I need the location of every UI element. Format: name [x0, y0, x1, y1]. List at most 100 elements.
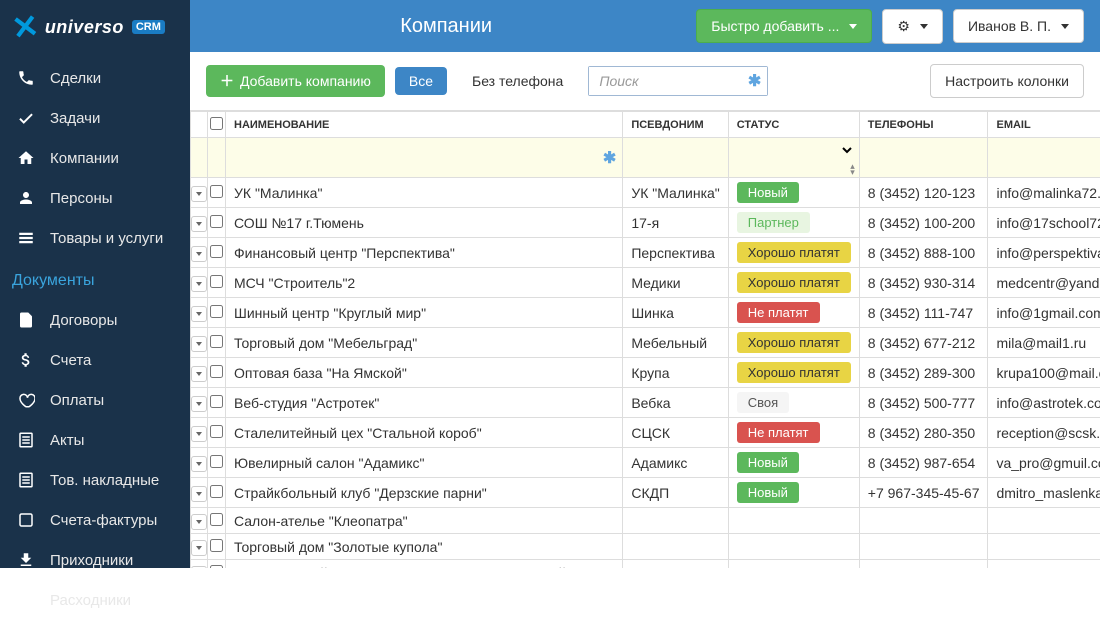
- row-menu-button[interactable]: [191, 396, 207, 412]
- cell-status[interactable]: [728, 508, 859, 534]
- cell-phone[interactable]: [859, 534, 988, 560]
- filter-name-input[interactable]: [230, 148, 618, 167]
- cell-phone[interactable]: 8 (3452) 930-314: [859, 268, 988, 298]
- cell-email[interactable]: info@malinka72.ru: [988, 178, 1100, 208]
- cell-email[interactable]: dmitro_maslenka@mail.lom: [988, 478, 1100, 508]
- sidebar-doc-2[interactable]: Оплаты: [0, 380, 190, 420]
- cell-email[interactable]: info@perspektiva.ru: [988, 238, 1100, 268]
- cell-name[interactable]: Торговый дом "Золотые купола": [226, 534, 623, 560]
- cell-alias[interactable]: [623, 560, 728, 569]
- cell-email[interactable]: va_pro@gmuil.com: [988, 448, 1100, 478]
- cell-phone[interactable]: 8 (3452) 100-200: [859, 208, 988, 238]
- row-menu-button[interactable]: [191, 336, 207, 352]
- cell-phone[interactable]: [859, 508, 988, 534]
- cell-alias[interactable]: Крупа: [623, 358, 728, 388]
- cell-alias[interactable]: Мебельный: [623, 328, 728, 358]
- cell-status[interactable]: Новый: [728, 178, 859, 208]
- cell-alias[interactable]: [623, 534, 728, 560]
- cell-status[interactable]: Своя: [728, 388, 859, 418]
- sidebar-doc-7[interactable]: Расходники: [0, 580, 190, 620]
- configure-columns-button[interactable]: Настроить колонки: [930, 64, 1084, 98]
- filter-status-select[interactable]: [733, 140, 855, 161]
- col-name[interactable]: НАИМЕНОВАНИЕ: [226, 112, 623, 138]
- sidebar-item-1[interactable]: Задачи: [0, 98, 190, 138]
- asterisk-icon[interactable]: ✱: [603, 148, 616, 168]
- logo[interactable]: ✕ universo CRM: [0, 0, 190, 54]
- row-checkbox[interactable]: [210, 275, 223, 288]
- add-company-button[interactable]: ＋ Добавить компанию: [206, 65, 385, 97]
- row-menu-button[interactable]: [191, 540, 207, 556]
- cell-alias[interactable]: Медики: [623, 268, 728, 298]
- row-checkbox[interactable]: [210, 539, 223, 552]
- sidebar-doc-3[interactable]: Акты: [0, 420, 190, 460]
- cell-alias[interactable]: [623, 508, 728, 534]
- row-menu-button[interactable]: [191, 246, 207, 262]
- cell-phone[interactable]: 8 (3452) 289-300: [859, 358, 988, 388]
- cell-name[interactable]: Страйкбольный клуб "Дерзские парни": [226, 478, 623, 508]
- row-checkbox[interactable]: [210, 485, 223, 498]
- row-checkbox[interactable]: [210, 365, 223, 378]
- sidebar-item-4[interactable]: Товары и услуги: [0, 218, 190, 258]
- row-checkbox[interactable]: [210, 335, 223, 348]
- cell-status[interactable]: Хорошо платят: [728, 268, 859, 298]
- row-checkbox[interactable]: [210, 185, 223, 198]
- user-menu-button[interactable]: Иванов В. П.: [953, 9, 1084, 43]
- cell-phone[interactable]: 8 (3452) 120-123: [859, 178, 988, 208]
- filter-email-input[interactable]: [992, 148, 1100, 167]
- settings-button[interactable]: ⚙: [882, 9, 943, 44]
- cell-alias[interactable]: СКДП: [623, 478, 728, 508]
- filter-all-button[interactable]: Все: [395, 67, 447, 95]
- row-menu-button[interactable]: [191, 486, 207, 502]
- cell-status[interactable]: Не платят: [728, 418, 859, 448]
- row-menu-button[interactable]: [191, 366, 207, 382]
- filter-nophone-button[interactable]: Без телефона: [457, 66, 578, 96]
- cell-name[interactable]: Торговый дом "Мебельград": [226, 328, 623, 358]
- cell-phone[interactable]: [859, 560, 988, 569]
- cell-email[interactable]: info@astrotek.com: [988, 388, 1100, 418]
- row-checkbox[interactable]: [210, 425, 223, 438]
- col-status[interactable]: СТАТУС: [728, 112, 859, 138]
- cell-status[interactable]: Хорошо платят: [728, 238, 859, 268]
- select-all-checkbox[interactable]: [210, 117, 223, 130]
- cell-status[interactable]: Новый: [728, 448, 859, 478]
- cell-alias[interactable]: УК "Малинка": [623, 178, 728, 208]
- cell-name[interactable]: Финансовый центр "Перспектива": [226, 238, 623, 268]
- search-input[interactable]: [589, 67, 767, 95]
- row-menu-button[interactable]: [191, 216, 207, 232]
- filter-phone-input[interactable]: [864, 148, 984, 167]
- row-checkbox[interactable]: [210, 395, 223, 408]
- cell-name[interactable]: УК "Малинка": [226, 178, 623, 208]
- row-menu-button[interactable]: [191, 186, 207, 202]
- cell-name[interactable]: Сталелитейный цех "Стальной короб": [226, 418, 623, 448]
- cell-name[interactable]: СОШ №17 г.Тюмень: [226, 208, 623, 238]
- cell-alias[interactable]: 17-я: [623, 208, 728, 238]
- cell-phone[interactable]: 8 (3452) 677-212: [859, 328, 988, 358]
- row-checkbox[interactable]: [210, 565, 223, 569]
- cell-email[interactable]: info@1gmail.com: [988, 298, 1100, 328]
- sidebar-item-0[interactable]: Сделки: [0, 58, 190, 98]
- cell-phone[interactable]: 8 (3452) 280-350: [859, 418, 988, 448]
- sidebar-doc-5[interactable]: Счета-фактуры: [0, 500, 190, 540]
- filter-alias-input[interactable]: [627, 148, 723, 167]
- cell-status[interactable]: Хорошо платят: [728, 328, 859, 358]
- col-alias[interactable]: ПСЕВДОНИМ: [623, 112, 728, 138]
- sidebar-doc-4[interactable]: Тов. накладные: [0, 460, 190, 500]
- sidebar-doc-0[interactable]: Договоры: [0, 300, 190, 340]
- cell-email[interactable]: reception@scsk.ru: [988, 418, 1100, 448]
- sidebar-doc-1[interactable]: Счета: [0, 340, 190, 380]
- sidebar-item-3[interactable]: Персоны: [0, 178, 190, 218]
- cell-name[interactable]: Региональный центр информационных технол…: [226, 560, 623, 569]
- cell-alias[interactable]: Адамикс: [623, 448, 728, 478]
- cell-status[interactable]: Не платят: [728, 298, 859, 328]
- cell-email[interactable]: info@17school72.ru: [988, 208, 1100, 238]
- cell-name[interactable]: Салон-ателье "Клеопатра": [226, 508, 623, 534]
- asterisk-icon[interactable]: ✱: [748, 71, 761, 91]
- cell-phone[interactable]: 8 (3452) 111-747: [859, 298, 988, 328]
- cell-name[interactable]: Ювелирный салон "Адамикс": [226, 448, 623, 478]
- cell-phone[interactable]: 8 (3452) 888-100: [859, 238, 988, 268]
- row-menu-button[interactable]: [191, 276, 207, 292]
- col-email[interactable]: EMAIL: [988, 112, 1100, 138]
- cell-status[interactable]: [728, 534, 859, 560]
- cell-name[interactable]: Шинный центр "Круглый мир": [226, 298, 623, 328]
- cell-alias[interactable]: СЦСК: [623, 418, 728, 448]
